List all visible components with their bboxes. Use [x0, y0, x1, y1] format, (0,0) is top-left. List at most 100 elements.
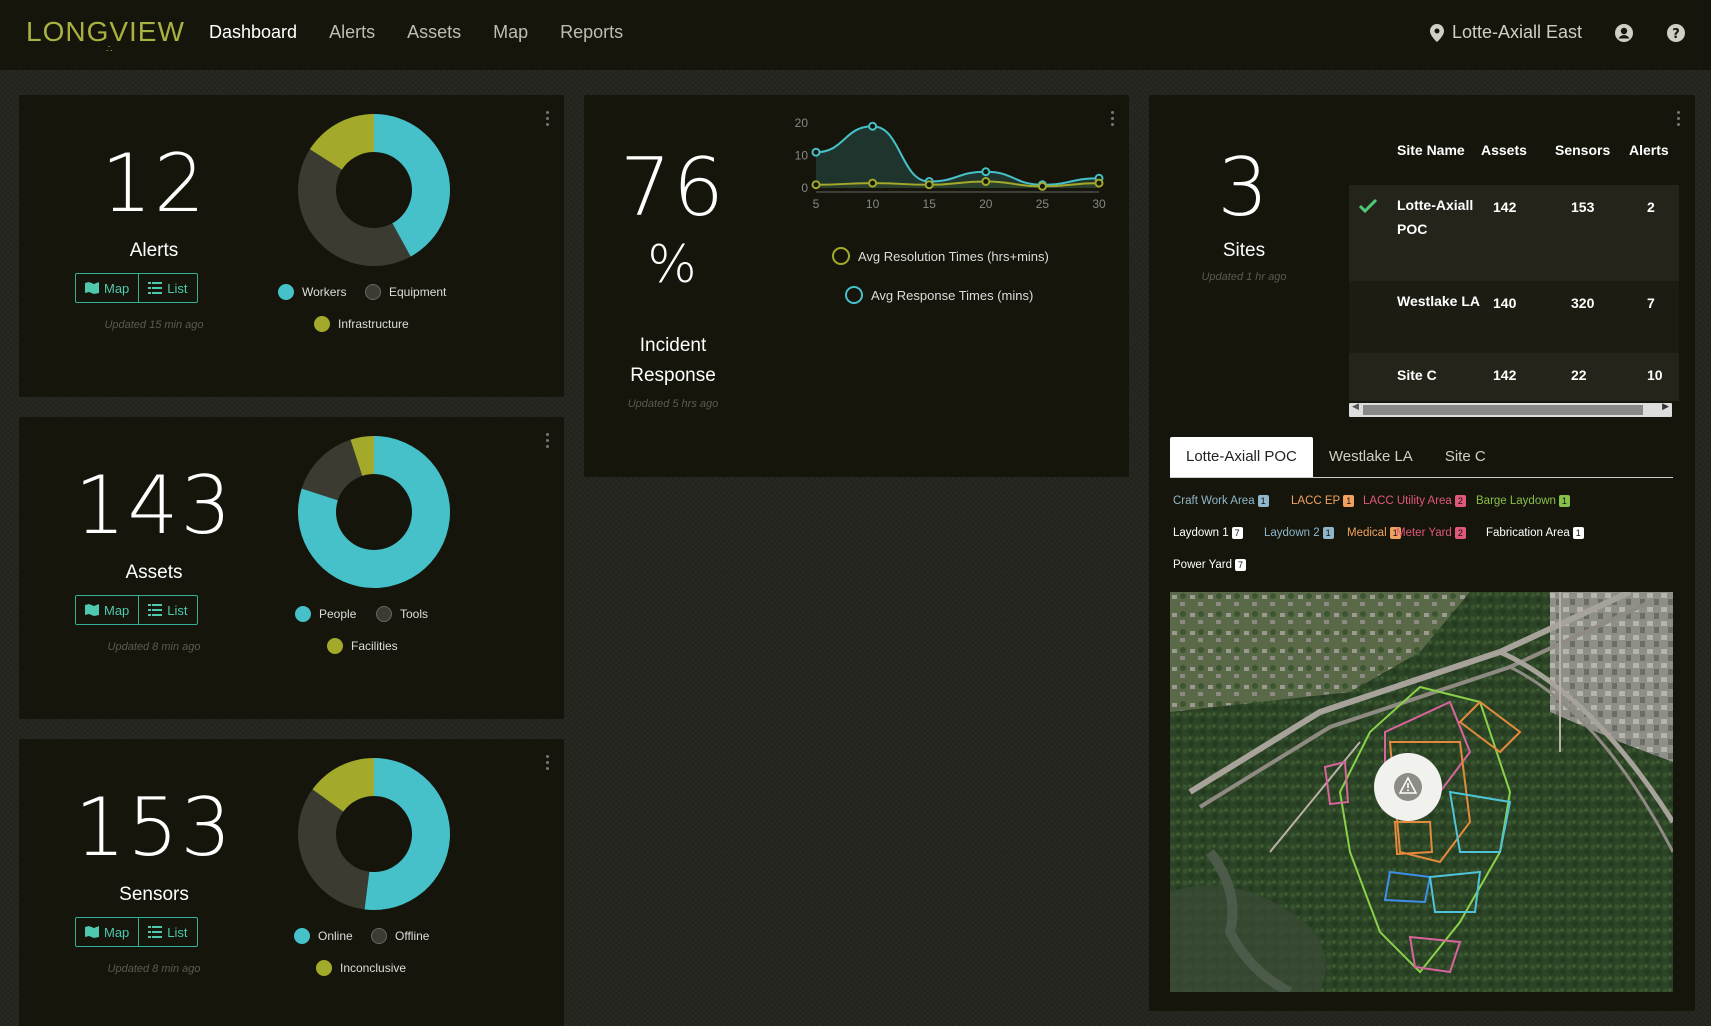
alerts-view-toggle: Map List: [75, 273, 198, 303]
data-point[interactable]: [1094, 178, 1104, 188]
incident-label-line1: Incident: [639, 335, 707, 356]
alerts-label: Alerts: [129, 240, 179, 261]
sensors-list-button[interactable]: List: [138, 918, 196, 946]
donut-slice-offline[interactable]: [298, 789, 370, 910]
legend-dot: [327, 638, 343, 654]
col-alerts[interactable]: Alerts: [1629, 115, 1679, 185]
zone-chip-label: Medical: [1347, 527, 1387, 539]
scrollbar-thumb[interactable]: [1363, 405, 1643, 415]
alerts-cell: 7: [1647, 295, 1655, 311]
nav-reports[interactable]: Reports: [560, 22, 623, 43]
svg-text:?: ?: [1672, 27, 1680, 42]
zone-chip-count-badge: 1: [1343, 495, 1355, 507]
zone-chip[interactable]: Medical 1: [1347, 527, 1401, 539]
legend-label: Infrastructure: [338, 317, 409, 331]
zone-chip[interactable]: Power Yard 7: [1173, 559, 1247, 571]
site-selector[interactable]: Lotte-Axiall East: [1430, 22, 1582, 43]
legend-dot: [294, 928, 310, 944]
tab-lotte-axiall-poc[interactable]: Lotte-Axiall POC: [1170, 437, 1313, 477]
nav-alerts[interactable]: Alerts: [329, 22, 375, 43]
donut-slice-equipment[interactable]: [298, 149, 411, 266]
zone-chip-label: Meter Yard: [1396, 527, 1452, 539]
zone-chip[interactable]: Barge Laydown 1: [1476, 495, 1570, 507]
alerts-map-button[interactable]: Map: [76, 274, 138, 302]
assets-list-button[interactable]: List: [138, 596, 196, 624]
x-tick-label: 30: [1092, 197, 1106, 211]
selected-cell: [1349, 353, 1397, 401]
data-point[interactable]: [868, 121, 878, 131]
legend-dot: [278, 284, 294, 300]
zone-chip[interactable]: Meter Yard 2: [1396, 527, 1466, 539]
map-icon: [85, 926, 99, 938]
assets-cell: 140: [1493, 295, 1517, 311]
warning-icon-stroke: [1407, 783, 1409, 788]
data-point[interactable]: [811, 180, 821, 190]
legend-dot: [314, 316, 330, 332]
table-horizontal-scrollbar[interactable]: ◀ ▶: [1349, 402, 1672, 417]
help-icon[interactable]: ?: [1666, 23, 1686, 43]
card-menu-icon[interactable]: [544, 433, 550, 451]
data-point[interactable]: [924, 180, 934, 190]
list-icon: [148, 604, 163, 616]
zone-chip-label: Craft Work Area: [1173, 495, 1255, 507]
map-icon: [85, 282, 99, 294]
sensors-updated: Updated 8 min ago: [107, 963, 201, 975]
alerts-list-button[interactable]: List: [138, 274, 196, 302]
site-name-cell: Site C: [1397, 367, 1437, 383]
legend-tools: Tools: [376, 606, 428, 622]
card-menu-icon[interactable]: [544, 111, 550, 129]
logo-dots: ∴: [106, 44, 115, 55]
selected-cell: [1349, 185, 1397, 281]
tab-westlake-la[interactable]: Westlake LA: [1313, 437, 1429, 477]
selected-cell: [1349, 281, 1397, 353]
incident-label-line2: Response: [630, 365, 716, 386]
scroll-right-icon[interactable]: ▶: [1662, 402, 1669, 412]
zone-chip[interactable]: Craft Work Area 1: [1173, 495, 1269, 507]
legend-label: People: [319, 607, 357, 621]
assets-map-button[interactable]: Map: [76, 596, 138, 624]
nav-assets[interactable]: Assets: [407, 22, 461, 43]
user-icon[interactable]: [1614, 23, 1634, 43]
series-area: [816, 126, 1099, 188]
data-point[interactable]: [1037, 181, 1047, 191]
col-select: [1349, 115, 1397, 185]
col-sensors[interactable]: Sensors: [1555, 115, 1629, 185]
sensors-map-button[interactable]: Map: [76, 918, 138, 946]
sensors-cell: 22: [1571, 367, 1587, 383]
data-point[interactable]: [981, 167, 991, 177]
alerts-card: 12 Alerts Map List Updated 15 min ago Wo…: [19, 95, 564, 397]
scroll-left-icon[interactable]: ◀: [1352, 402, 1359, 412]
table-row[interactable]: Lotte-Axiall POC 142 153 2: [1349, 185, 1679, 281]
table-row[interactable]: Westlake LA 140 320 7: [1349, 281, 1679, 353]
card-menu-icon[interactable]: [544, 755, 550, 773]
legend-label: Inconclusive: [340, 961, 407, 975]
sites-table: Site Name Assets Sensors Alerts Lotte-Ax…: [1349, 115, 1679, 401]
site-name-cell: Westlake LA: [1397, 293, 1480, 309]
x-tick-label: 25: [1036, 197, 1050, 211]
tab-site-c[interactable]: Site C: [1429, 437, 1502, 477]
legend-dot: [376, 606, 392, 622]
donut-slice-tools[interactable]: [301, 439, 363, 501]
sites-table-wrapper: Site Name Assets Sensors Alerts Lotte-Ax…: [1349, 115, 1679, 415]
col-site-name[interactable]: Site Name: [1397, 115, 1481, 185]
donut-slice-online[interactable]: [364, 758, 450, 910]
col-assets[interactable]: Assets: [1481, 115, 1555, 185]
nav-dashboard[interactable]: Dashboard: [209, 22, 297, 43]
alerts-cell: 2: [1647, 199, 1655, 215]
nav-map[interactable]: Map: [493, 22, 528, 43]
incident-response-card: 76 % Incident Response Updated 5 hrs ago…: [584, 95, 1129, 477]
sites-label: Sites: [1222, 240, 1266, 261]
legend-offline: Offline: [371, 928, 429, 944]
table-row[interactable]: Site C 142 22 10: [1349, 353, 1679, 401]
data-point[interactable]: [981, 177, 991, 186]
zone-chip[interactable]: Laydown 17: [1173, 527, 1243, 539]
logo[interactable]: LONGVIEW ∴: [26, 16, 185, 55]
zone-chip[interactable]: LACC EP 1: [1291, 495, 1355, 507]
zone-chip[interactable]: Fabrication Area 1: [1486, 527, 1584, 539]
zone-chip[interactable]: Laydown 21: [1264, 527, 1334, 539]
data-point[interactable]: [811, 147, 821, 157]
site-satellite-map[interactable]: [1170, 592, 1673, 992]
data-point[interactable]: [868, 178, 878, 188]
tabs-divider: [1170, 477, 1673, 478]
zone-chip[interactable]: LACC Utility Area 2: [1363, 495, 1466, 507]
